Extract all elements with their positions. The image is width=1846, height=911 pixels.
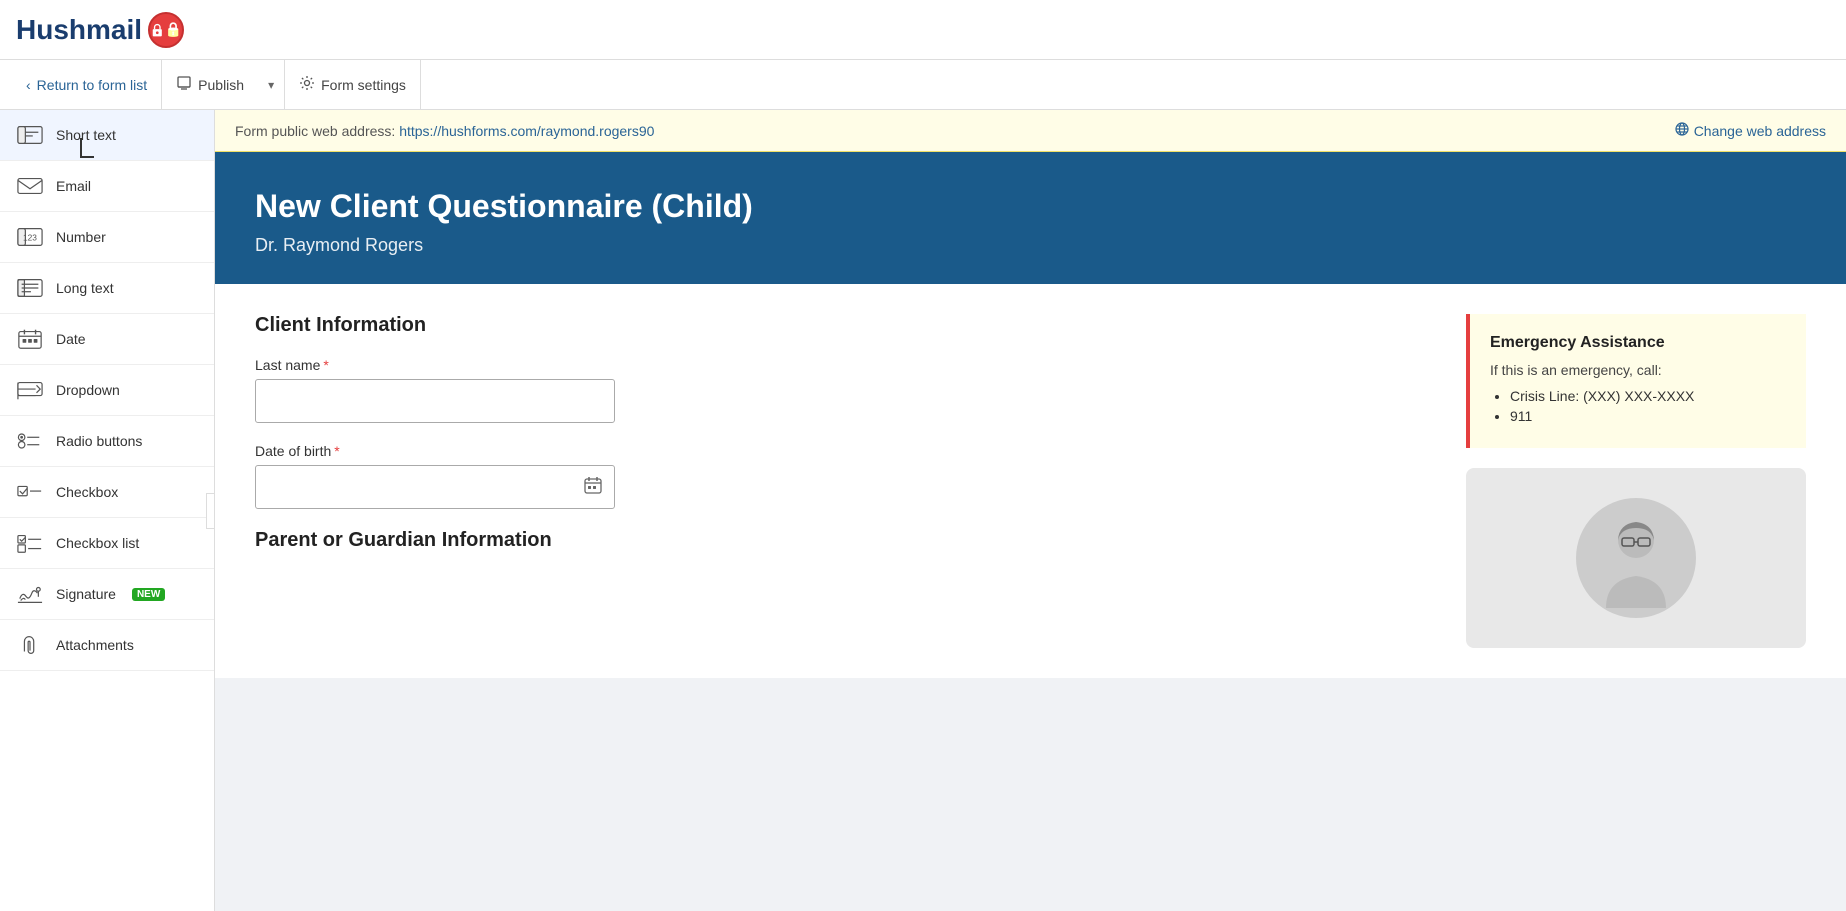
sidebar-item-label: Checkbox [56, 484, 118, 500]
radio-icon [16, 430, 44, 452]
form-subtitle: Dr. Raymond Rogers [255, 235, 1806, 256]
checkbox-list-icon [16, 532, 44, 554]
dropdown-icon [16, 379, 44, 401]
calendar-icon [584, 476, 602, 499]
sidebar: ‹ Short text Email [0, 110, 215, 911]
sidebar-item-short-text[interactable]: Short text [0, 110, 214, 161]
emergency-assistance-box: Emergency Assistance If this is an emerg… [1466, 314, 1806, 448]
guardian-info-title: Parent or Guardian Information [255, 529, 1436, 552]
app-body: ‹ Short text Email [0, 110, 1846, 911]
main-content: Form public web address: https://hushfor… [215, 110, 1846, 911]
form-settings-button[interactable]: Form settings [285, 60, 421, 109]
publish-label: Publish [198, 77, 244, 93]
emergency-title: Emergency Assistance [1490, 334, 1786, 352]
globe-icon [1675, 122, 1689, 139]
lock-icon [148, 12, 184, 48]
guardian-info-section: Parent or Guardian Information [255, 529, 1436, 552]
sidebar-item-date[interactable]: Date [0, 314, 214, 365]
svg-text:123: 123 [23, 233, 37, 243]
client-info-section: Client Information Last name * [255, 314, 1436, 509]
required-asterisk: * [334, 443, 339, 459]
gear-icon [299, 75, 315, 94]
change-address-label: Change web address [1694, 123, 1826, 139]
long-text-icon [16, 277, 44, 299]
sidebar-item-label: Long text [56, 280, 114, 296]
dob-field-group: Date of birth * [255, 443, 1436, 509]
sidebar-item-label: Dropdown [56, 382, 120, 398]
dob-label: Date of birth * [255, 443, 1436, 459]
dob-input[interactable] [255, 465, 615, 509]
sidebar-item-number[interactable]: 123 Number [0, 212, 214, 263]
sidebar-toggle[interactable]: ‹ [206, 493, 215, 529]
app-header: Hushmail [0, 0, 1846, 60]
publish-group: Publish ▾ [162, 60, 285, 110]
checkbox-icon [16, 481, 44, 503]
emergency-subtitle: If this is an emergency, call: [1490, 362, 1786, 378]
collapse-icon: ‹ [214, 505, 215, 516]
dropdown-arrow-icon: ▾ [268, 78, 274, 92]
signature-icon [16, 583, 44, 605]
form-settings-label: Form settings [321, 77, 406, 93]
address-label: Form public web address: https://hushfor… [235, 123, 654, 139]
sidebar-item-checkbox[interactable]: Checkbox [0, 467, 214, 518]
doctor-photo-box [1466, 468, 1806, 648]
address-bar-label-text: Form public web address: [235, 123, 395, 139]
doctor-photo [1576, 498, 1696, 618]
sidebar-item-label: Email [56, 178, 91, 194]
sidebar-item-label: Date [56, 331, 86, 347]
email-icon [16, 175, 44, 197]
address-bar: Form public web address: https://hushfor… [215, 110, 1846, 152]
publish-dropdown-button[interactable]: ▾ [258, 60, 285, 110]
last-name-field-group: Last name * [255, 357, 1436, 423]
sidebar-item-attachments[interactable]: Attachments [0, 620, 214, 671]
form-body: Client Information Last name * [215, 284, 1846, 678]
sidebar-item-label: Radio buttons [56, 433, 142, 449]
required-asterisk: * [323, 357, 328, 373]
last-name-label: Last name * [255, 357, 1436, 373]
form-sidebar-column: Emergency Assistance If this is an emerg… [1466, 314, 1806, 648]
form-header: New Client Questionnaire (Child) Dr. Ray… [215, 152, 1846, 284]
client-info-title: Client Information [255, 314, 1436, 337]
logo: Hushmail [16, 12, 184, 48]
publish-icon [176, 75, 192, 94]
logo-text: Hushmail [16, 14, 142, 46]
attachments-icon [16, 634, 44, 656]
emergency-list: Crisis Line: (XXX) XXX-XXXX 911 [1490, 388, 1786, 424]
sidebar-item-signature[interactable]: Signature NEW [0, 569, 214, 620]
emergency-list-item: 911 [1510, 408, 1786, 424]
sidebar-item-label: Checkbox list [56, 535, 139, 551]
new-badge: NEW [132, 588, 165, 601]
date-icon [16, 328, 44, 350]
return-label: Return to form list [37, 77, 147, 93]
sidebar-item-checkbox-list[interactable]: Checkbox list [0, 518, 214, 569]
form-preview: New Client Questionnaire (Child) Dr. Ray… [215, 152, 1846, 678]
return-to-form-list-button[interactable]: ‹ Return to form list [12, 60, 162, 110]
publish-button[interactable]: Publish [162, 60, 258, 110]
sidebar-item-label: Short text [56, 127, 116, 143]
short-text-icon [16, 124, 44, 146]
sidebar-item-label: Attachments [56, 637, 134, 653]
sidebar-item-dropdown[interactable]: Dropdown [0, 365, 214, 416]
number-icon: 123 [16, 226, 44, 248]
return-arrow-icon: ‹ [26, 77, 31, 93]
sidebar-item-email[interactable]: Email [0, 161, 214, 212]
sidebar-item-radio-buttons[interactable]: Radio buttons [0, 416, 214, 467]
sidebar-item-label: Number [56, 229, 106, 245]
form-url-link[interactable]: https://hushforms.com/raymond.rogers90 [399, 123, 654, 139]
form-title: New Client Questionnaire (Child) [255, 188, 1806, 225]
toolbar: ‹ Return to form list Publish ▾ Form set… [0, 60, 1846, 110]
sidebar-item-long-text[interactable]: Long text [0, 263, 214, 314]
change-web-address-button[interactable]: Change web address [1675, 122, 1826, 139]
last-name-input[interactable] [255, 379, 615, 423]
sidebar-item-label: Signature [56, 586, 116, 602]
emergency-list-item: Crisis Line: (XXX) XXX-XXXX [1510, 388, 1786, 404]
form-fields: Client Information Last name * [255, 314, 1436, 648]
